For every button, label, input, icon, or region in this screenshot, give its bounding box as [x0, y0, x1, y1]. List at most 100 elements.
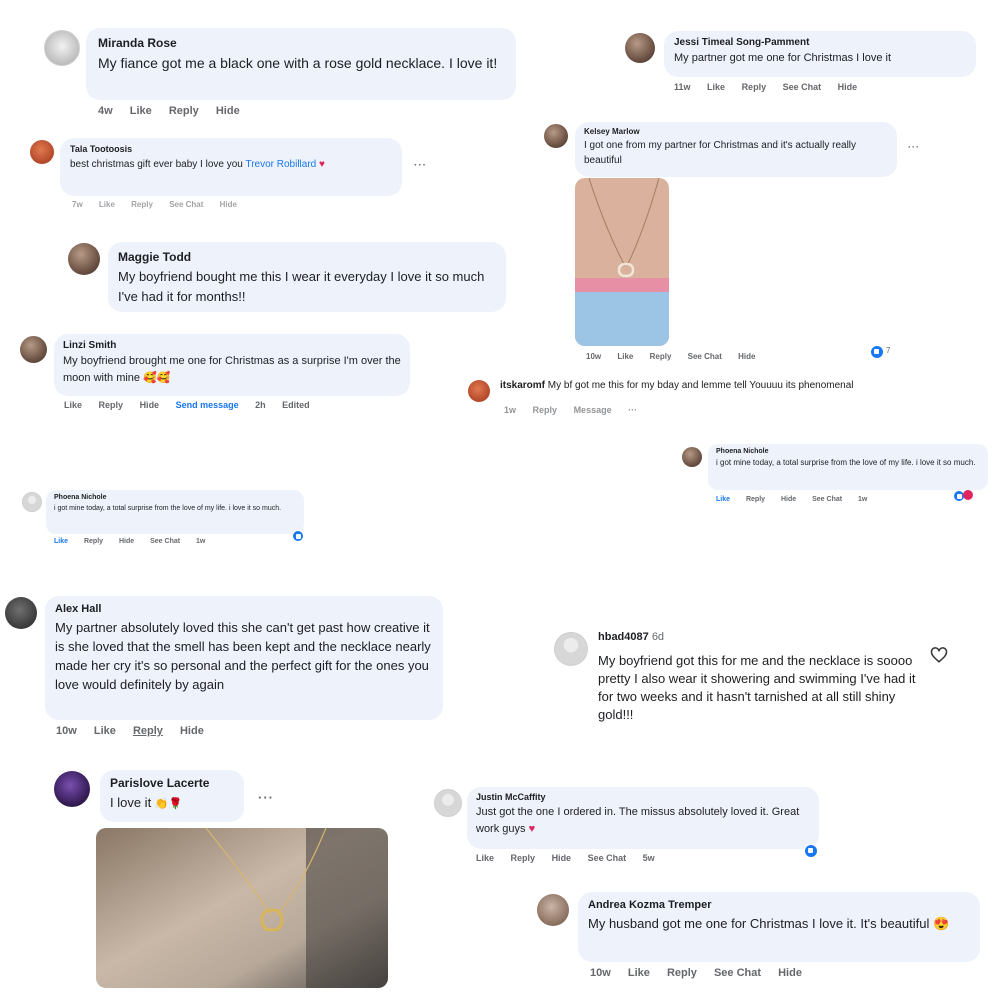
- commenter-name[interactable]: Phoena Nichole: [54, 494, 296, 501]
- hide-button[interactable]: Hide: [552, 853, 572, 863]
- see-chat-button[interactable]: See Chat: [783, 82, 822, 92]
- reply-button[interactable]: Reply: [511, 853, 536, 863]
- like-reaction-icon[interactable]: [804, 844, 818, 858]
- heart-emoji: ♥: [528, 823, 536, 835]
- more-options-icon[interactable]: ···: [258, 790, 274, 805]
- like-button[interactable]: Like: [99, 200, 115, 209]
- avatar[interactable]: [5, 597, 37, 629]
- timestamp[interactable]: 1w: [504, 405, 516, 415]
- reply-button[interactable]: Reply: [169, 105, 199, 117]
- commenter-name[interactable]: Miranda Rose: [98, 36, 504, 50]
- commenter-name[interactable]: Tala Tootoosis: [70, 144, 392, 154]
- reply-button[interactable]: Reply: [84, 538, 103, 545]
- commenter-name[interactable]: Justin McCaffity: [476, 792, 810, 802]
- see-chat-button[interactable]: See Chat: [150, 538, 180, 545]
- comment-body: best christmas gift ever baby I love you: [70, 159, 243, 170]
- necklace-photo[interactable]: [96, 828, 388, 988]
- comment-actions: 11w Like Reply See Chat Hide: [674, 82, 871, 92]
- like-reaction-icon[interactable]: [292, 530, 304, 542]
- reply-button[interactable]: Reply: [131, 200, 153, 209]
- like-button[interactable]: Like: [716, 496, 730, 503]
- reply-button[interactable]: Reply: [746, 496, 765, 503]
- more-options-icon[interactable]: ···: [628, 405, 637, 415]
- timestamp[interactable]: 10w: [56, 725, 77, 737]
- message-button[interactable]: Message: [574, 405, 612, 415]
- avatar[interactable]: [44, 30, 80, 66]
- avatar[interactable]: [625, 33, 655, 63]
- avatar[interactable]: [434, 789, 462, 817]
- necklace-photo[interactable]: [575, 178, 669, 346]
- timestamp[interactable]: 2h: [255, 400, 266, 410]
- hide-button[interactable]: Hide: [220, 200, 237, 209]
- love-reaction-icon[interactable]: [963, 490, 973, 500]
- avatar[interactable]: [30, 140, 54, 164]
- like-button[interactable]: Like: [628, 967, 650, 979]
- timestamp[interactable]: 11w: [674, 82, 691, 92]
- hide-button[interactable]: Hide: [119, 538, 134, 545]
- hide-button[interactable]: Hide: [778, 967, 802, 979]
- like-button[interactable]: Like: [707, 82, 725, 92]
- comment-actions: 10w Like Reply Hide: [56, 725, 218, 737]
- commenter-name[interactable]: itskaromf: [500, 380, 545, 391]
- reply-button[interactable]: Reply: [99, 400, 124, 410]
- timestamp[interactable]: 7w: [72, 200, 83, 209]
- send-message-link[interactable]: Send message: [176, 400, 239, 410]
- reply-button[interactable]: Reply: [133, 725, 163, 737]
- hide-button[interactable]: Hide: [216, 105, 240, 117]
- hide-button[interactable]: Hide: [781, 496, 796, 503]
- see-chat-button[interactable]: See Chat: [169, 200, 203, 209]
- timestamp[interactable]: 6d: [652, 631, 664, 643]
- comment-text: I love it 👏🌹: [110, 794, 234, 813]
- timestamp[interactable]: 1w: [196, 538, 205, 545]
- commenter-name[interactable]: Andrea Kozma Tremper: [588, 899, 970, 911]
- like-button[interactable]: Like: [54, 538, 68, 545]
- commenter-name[interactable]: Jessi Timeal Song-Pamment: [674, 37, 966, 48]
- see-chat-button[interactable]: See Chat: [714, 967, 761, 979]
- commenter-name[interactable]: Maggie Todd: [118, 250, 496, 264]
- avatar[interactable]: [537, 894, 569, 926]
- like-reaction-icon[interactable]: [870, 345, 884, 359]
- hide-button[interactable]: Hide: [738, 352, 755, 361]
- avatar[interactable]: [54, 771, 90, 807]
- timestamp[interactable]: 5w: [643, 853, 655, 863]
- like-button[interactable]: Like: [476, 853, 494, 863]
- like-button[interactable]: Like: [94, 725, 116, 737]
- avatar[interactable]: [554, 632, 588, 666]
- avatar[interactable]: [544, 124, 568, 148]
- tagged-user-link[interactable]: Trevor Robillard: [245, 159, 316, 170]
- reply-button[interactable]: Reply: [533, 405, 558, 415]
- see-chat-button[interactable]: See Chat: [812, 496, 842, 503]
- timestamp[interactable]: 10w: [590, 967, 611, 979]
- like-button[interactable]: Like: [64, 400, 82, 410]
- emoji: 👏🌹: [154, 798, 183, 810]
- more-options-icon[interactable]: ···: [414, 160, 427, 171]
- more-options-icon[interactable]: ···: [908, 142, 920, 152]
- avatar[interactable]: [682, 447, 702, 467]
- commenter-name[interactable]: Alex Hall: [55, 603, 433, 615]
- hide-button[interactable]: Hide: [838, 82, 858, 92]
- edited-label: Edited: [282, 400, 310, 410]
- commenter-name[interactable]: Linzi Smith: [63, 340, 401, 351]
- avatar[interactable]: [22, 492, 42, 512]
- commenter-name[interactable]: Kelsey Marlow: [584, 127, 888, 136]
- like-button[interactable]: Like: [130, 105, 152, 117]
- reply-button[interactable]: Reply: [667, 967, 697, 979]
- reply-button[interactable]: Reply: [650, 352, 672, 361]
- like-button[interactable]: Like: [617, 352, 633, 361]
- see-chat-button[interactable]: See Chat: [588, 853, 627, 863]
- hide-button[interactable]: Hide: [180, 725, 204, 737]
- emoji: 😍: [933, 916, 950, 931]
- commenter-name[interactable]: hbad4087: [598, 631, 649, 643]
- commenter-name[interactable]: Parislove Lacerte: [110, 776, 234, 790]
- reply-button[interactable]: Reply: [742, 82, 767, 92]
- avatar[interactable]: [20, 336, 47, 363]
- see-chat-button[interactable]: See Chat: [688, 352, 722, 361]
- hide-button[interactable]: Hide: [140, 400, 160, 410]
- timestamp[interactable]: 10w: [586, 352, 601, 361]
- heart-outline-icon[interactable]: [930, 646, 948, 664]
- timestamp[interactable]: 1w: [858, 496, 867, 503]
- timestamp[interactable]: 4w: [98, 105, 113, 117]
- avatar[interactable]: [68, 243, 100, 275]
- commenter-name[interactable]: Phoena Nichole: [716, 448, 980, 455]
- avatar[interactable]: [468, 380, 490, 402]
